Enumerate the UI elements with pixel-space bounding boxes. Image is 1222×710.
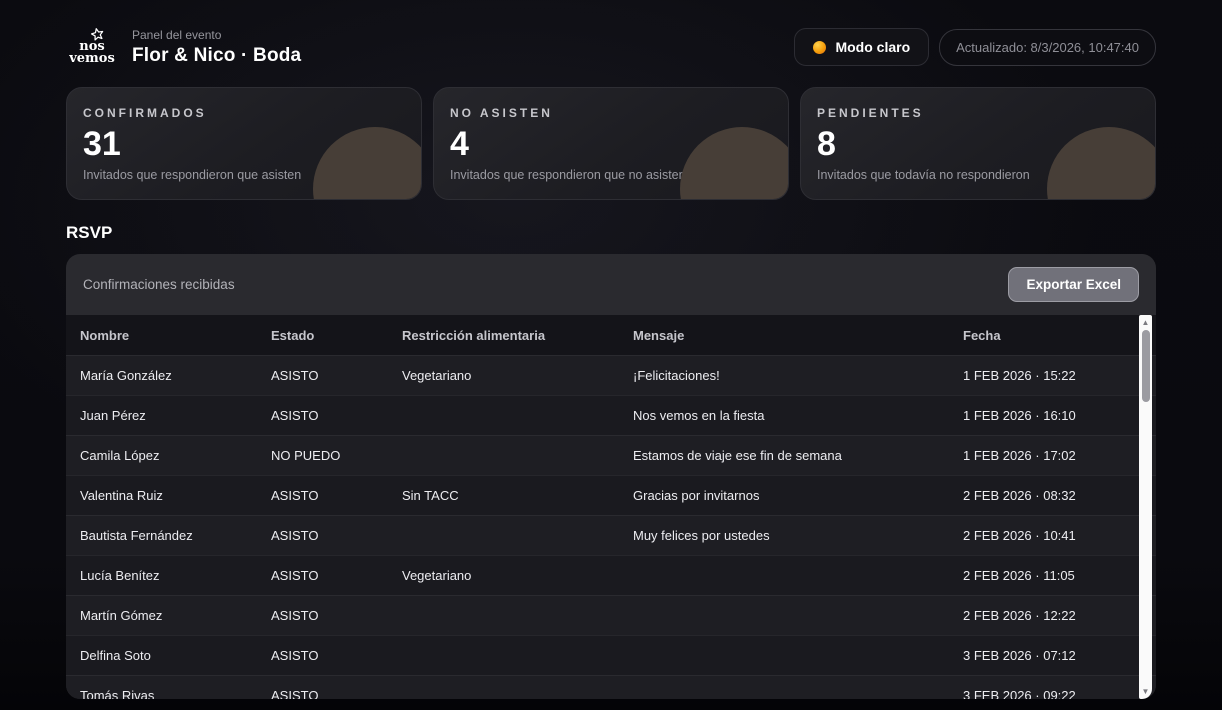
table-row: Bautista Fernández ASISTO Muy felices po…: [66, 515, 1156, 555]
cell-nombre: María González: [80, 368, 271, 383]
cell-fecha: 2 FEB 2026 · 11:05: [963, 568, 1142, 583]
cell-fecha: 2 FEB 2026 · 12:22: [963, 608, 1142, 623]
stat-card-no-asisten: NO ASISTEN 4 Invitados que respondieron …: [433, 87, 789, 200]
cell-mensaje: Gracias por invitarnos: [633, 488, 963, 503]
table-row: Delfina Soto ASISTO 3 FEB 2026 · 07:12: [66, 635, 1156, 675]
table-row: Martín Gómez ASISTO 2 FEB 2026 · 12:22: [66, 595, 1156, 635]
star-icon: [89, 26, 107, 44]
cell-estado: ASISTO: [271, 528, 402, 543]
table-row: Lucía Benítez ASISTO Vegetariano 2 FEB 2…: [66, 555, 1156, 595]
theme-toggle-button[interactable]: Modo claro: [794, 28, 929, 66]
cell-estado: ASISTO: [271, 688, 402, 699]
column-header-restriccion: Restricción alimentaria: [402, 328, 633, 343]
stat-label: NO ASISTEN: [450, 106, 770, 120]
cell-mensaje: ¡Felicitaciones!: [633, 368, 963, 383]
stat-label: CONFIRMADOS: [83, 106, 403, 120]
cell-fecha: 1 FEB 2026 · 16:10: [963, 408, 1142, 423]
topbar: nos vemos Panel del evento Flor & Nico ·…: [66, 26, 1156, 68]
scrollbar[interactable]: ▲ ▼: [1139, 315, 1152, 699]
cell-fecha: 2 FEB 2026 · 10:41: [963, 528, 1142, 543]
cell-nombre: Camila López: [80, 448, 271, 463]
logo-text-line2: vemos: [66, 53, 118, 65]
column-header-fecha: Fecha: [963, 328, 1142, 343]
table-row: Tomás Rivas ASISTO 3 FEB 2026 · 09:22: [66, 675, 1156, 699]
event-dashboard: nos vemos Panel del evento Flor & Nico ·…: [0, 0, 1222, 699]
export-excel-button[interactable]: Exportar Excel: [1008, 267, 1139, 302]
cell-fecha: 3 FEB 2026 · 09:22: [963, 688, 1142, 699]
cell-estado: ASISTO: [271, 648, 402, 663]
cell-estado: ASISTO: [271, 408, 402, 423]
table-row: Juan Pérez ASISTO Nos vemos en la fiesta…: [66, 395, 1156, 435]
cell-fecha: 3 FEB 2026 · 07:12: [963, 648, 1142, 663]
topbar-right: Modo claro Actualizado: 8/3/2026, 10:47:…: [794, 28, 1156, 66]
table-row: María González ASISTO Vegetariano ¡Felic…: [66, 355, 1156, 395]
chevron-up-icon[interactable]: ▲: [1139, 316, 1152, 329]
column-header-estado: Estado: [271, 328, 402, 343]
updated-badge: Actualizado: 8/3/2026, 10:47:40: [939, 29, 1156, 66]
cell-restriccion: Vegetariano: [402, 568, 633, 583]
stat-cards: CONFIRMADOS 31 Invitados que respondiero…: [66, 87, 1156, 200]
rsvp-table: Nombre Estado Restricción alimentaria Me…: [66, 315, 1156, 699]
table-row: Camila López NO PUEDO Estamos de viaje e…: [66, 435, 1156, 475]
cell-nombre: Valentina Ruiz: [80, 488, 271, 503]
chevron-down-icon[interactable]: ▼: [1139, 685, 1152, 698]
cell-nombre: Martín Gómez: [80, 608, 271, 623]
cell-nombre: Lucía Benítez: [80, 568, 271, 583]
eyebrow-label: Panel del evento: [132, 28, 301, 42]
sun-icon: [813, 41, 826, 54]
cell-estado: ASISTO: [271, 568, 402, 583]
rsvp-panel-header: Confirmaciones recibidas Exportar Excel: [66, 254, 1156, 315]
logo: nos vemos: [66, 29, 118, 65]
title-block: Panel del evento Flor & Nico · Boda: [132, 28, 301, 67]
cell-nombre: Tomás Rivas: [80, 688, 271, 699]
cell-estado: ASISTO: [271, 608, 402, 623]
rsvp-panel: Confirmaciones recibidas Exportar Excel …: [66, 254, 1156, 699]
cell-fecha: 1 FEB 2026 · 15:22: [963, 368, 1142, 383]
scrollbar-thumb[interactable]: [1142, 330, 1150, 402]
cell-estado: NO PUEDO: [271, 448, 402, 463]
table-header-row: Nombre Estado Restricción alimentaria Me…: [66, 315, 1156, 355]
cell-mensaje: Muy felices por ustedes: [633, 528, 963, 543]
cell-estado: ASISTO: [271, 488, 402, 503]
rsvp-section-title: RSVP: [66, 223, 1156, 243]
cell-restriccion: Vegetariano: [402, 368, 633, 383]
topbar-left: nos vemos Panel del evento Flor & Nico ·…: [66, 28, 301, 67]
theme-toggle-label: Modo claro: [835, 39, 910, 55]
cell-fecha: 1 FEB 2026 · 17:02: [963, 448, 1142, 463]
cell-nombre: Bautista Fernández: [80, 528, 271, 543]
cell-estado: ASISTO: [271, 368, 402, 383]
column-header-mensaje: Mensaje: [633, 328, 963, 343]
column-header-nombre: Nombre: [80, 328, 271, 343]
stat-card-pendientes: PENDIENTES 8 Invitados que todavía no re…: [800, 87, 1156, 200]
cell-nombre: Juan Pérez: [80, 408, 271, 423]
table-row: Valentina Ruiz ASISTO Sin TACC Gracias p…: [66, 475, 1156, 515]
cell-restriccion: Sin TACC: [402, 488, 633, 503]
panel-title: Confirmaciones recibidas: [83, 277, 235, 292]
cell-mensaje: Nos vemos en la fiesta: [633, 408, 963, 423]
stat-label: PENDIENTES: [817, 106, 1137, 120]
page-title: Flor & Nico · Boda: [132, 45, 301, 67]
cell-fecha: 2 FEB 2026 · 08:32: [963, 488, 1142, 503]
table-body: María González ASISTO Vegetariano ¡Felic…: [66, 355, 1156, 699]
cell-mensaje: Estamos de viaje ese fin de semana: [633, 448, 963, 463]
cell-nombre: Delfina Soto: [80, 648, 271, 663]
stat-card-confirmados: CONFIRMADOS 31 Invitados que respondiero…: [66, 87, 422, 200]
